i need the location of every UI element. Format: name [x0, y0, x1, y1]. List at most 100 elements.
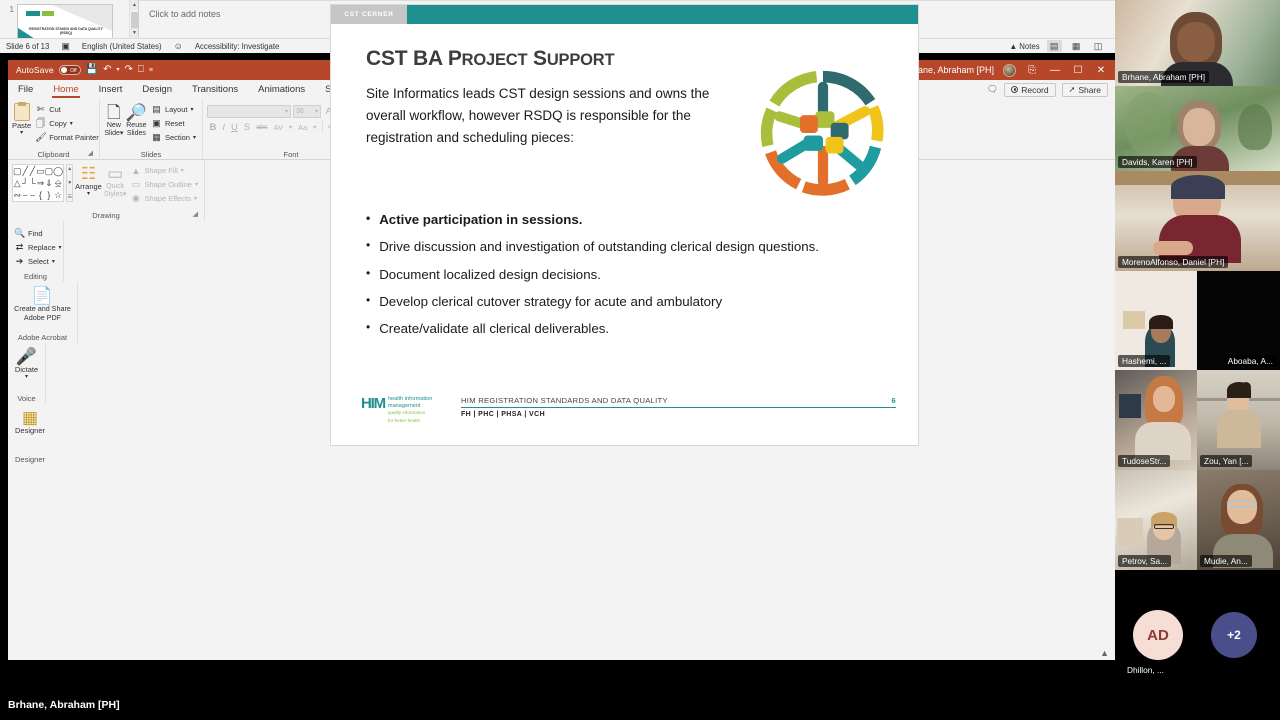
autosave-toggle[interactable]: Off: [58, 65, 81, 75]
shape-fill-button[interactable]: ▲ Shape Fill ▾: [128, 164, 200, 177]
bullet-item-3[interactable]: • Document localized design decisions.: [363, 265, 888, 285]
shape-rect-icon[interactable]: ▭: [36, 166, 45, 177]
present-icon[interactable]: ⎕: [138, 65, 144, 75]
avatar-dhillon[interactable]: AD: [1133, 610, 1183, 660]
quick-styles-button[interactable]: ▭ Quick Styles▾: [104, 162, 127, 199]
close-button[interactable]: ✕: [1094, 65, 1108, 76]
shape-fill-dropdown-icon[interactable]: ▾: [181, 167, 184, 174]
drawing-dialog-launcher[interactable]: ◢: [193, 209, 198, 220]
replace-button[interactable]: ⇄ Replace ▾: [12, 241, 64, 254]
replace-dropdown-icon[interactable]: ▾: [59, 244, 62, 251]
slide-body-text[interactable]: Site Informatics leads CST design sessio…: [366, 83, 751, 149]
shape-oval-icon[interactable]: ◯: [53, 166, 63, 177]
shapes-gallery[interactable]: ▢ ╱ ╱ ▭ ▢ ◯ △ ┘ └ ⇒ ⇓ ⎒ ∾ ⌣ ⌣{} ☆: [12, 164, 65, 202]
collapse-ribbon-icon[interactable]: ▲: [1100, 648, 1109, 658]
video-tile-hashemi[interactable]: Hashemi, ...: [1115, 271, 1197, 370]
section-button[interactable]: ▦ Section ▾: [149, 131, 198, 144]
slide-bullet-list[interactable]: • Active participation in sessions. • Driv…: [363, 210, 888, 347]
scroll-down-icon[interactable]: ▼: [130, 28, 138, 38]
current-slide[interactable]: CST CERNER CST BA PROJECT SUPPORT Site I…: [331, 5, 918, 445]
thumbnails-scrollbar[interactable]: ▲ ▼: [129, 0, 138, 38]
new-slide-button[interactable]: 🗋 New Slide▾: [104, 101, 124, 138]
tab-insert[interactable]: Insert: [89, 80, 133, 99]
format-painter-button[interactable]: 🖌 Format Painter: [33, 131, 101, 144]
strikethrough-button[interactable]: abc: [254, 124, 270, 131]
shape-downarrow-icon[interactable]: ⇓: [45, 178, 53, 189]
video-tile-mudie[interactable]: Mudie, An...: [1197, 470, 1280, 570]
shape-outline-dropdown-icon[interactable]: ▾: [195, 181, 198, 188]
share-button[interactable]: ➚ Share: [1061, 82, 1108, 97]
shape-line-icon[interactable]: ╱: [22, 166, 27, 177]
find-button[interactable]: 🔍 Find: [12, 227, 64, 240]
normal-view-button[interactable]: ▤: [1046, 40, 1062, 52]
bold-button[interactable]: B: [207, 122, 219, 133]
video-tile-tudosestr[interactable]: TudoseStr...: [1115, 370, 1197, 470]
select-button[interactable]: ➔ Select ▾: [12, 255, 64, 268]
shape-outline-button[interactable]: ▭ Shape Outline ▾: [128, 178, 200, 191]
shape-rightarrow-icon[interactable]: ⇒: [37, 178, 45, 189]
notes-toggle-button[interactable]: ▲ Notes: [1009, 42, 1039, 51]
shapes-gallery-scroll[interactable]: ▲ ▼ ☰: [66, 164, 74, 202]
slide-thumbnail-1[interactable]: 1 REGISTRATION STANDS AND DATA QUALITY (…: [0, 4, 129, 38]
thumbnail-frame[interactable]: REGISTRATION STANDS AND DATA QUALITY (RS…: [17, 4, 113, 38]
tab-home[interactable]: Home: [43, 80, 88, 99]
dictate-dropdown-icon[interactable]: ▾: [25, 374, 28, 380]
slide-sorter-button[interactable]: ▦: [1069, 40, 1084, 52]
dictate-button[interactable]: 🎤 Dictate ▾: [12, 345, 41, 380]
section-dropdown-icon[interactable]: ▾: [193, 134, 196, 141]
tab-transitions[interactable]: Transitions: [182, 80, 248, 99]
arrange-dropdown-icon[interactable]: ▾: [87, 191, 90, 197]
shape-rightbrace-icon[interactable]: }: [47, 190, 50, 200]
shape-star-icon[interactable]: ☆: [54, 190, 62, 201]
character-spacing-button[interactable]: AV: [271, 123, 285, 132]
minimize-button[interactable]: —: [1048, 65, 1062, 76]
shape-curve-icon[interactable]: ⌣: [22, 190, 28, 201]
designer-button[interactable]: ▦ Designer: [12, 406, 48, 435]
avatar[interactable]: [1003, 63, 1016, 77]
tab-design[interactable]: Design: [132, 80, 182, 99]
tab-file[interactable]: File: [8, 80, 43, 99]
shapes-scroll-up-icon[interactable]: ▲: [67, 166, 72, 172]
video-tile-aboaba[interactable]: Aboaba, A...: [1197, 271, 1280, 370]
shape-corner-icon[interactable]: ┘: [22, 178, 28, 188]
shapes-more-icon[interactable]: ☰: [67, 194, 71, 200]
shape-triangle-icon[interactable]: △: [14, 178, 21, 189]
shape-textbox-icon[interactable]: ▢: [13, 166, 22, 177]
layout-button[interactable]: ▤ Layout ▾: [149, 103, 198, 116]
layout-dropdown-icon[interactable]: ▾: [190, 106, 193, 113]
shapes-scroll-down-icon[interactable]: ▼: [67, 180, 72, 186]
video-tile-petrov[interactable]: Petrov, Sa...: [1115, 470, 1197, 570]
tab-animations[interactable]: Animations: [248, 80, 315, 99]
scroll-up-icon[interactable]: ▲: [130, 0, 138, 10]
redo-icon[interactable]: ↷: [125, 65, 133, 75]
bullet-item-4[interactable]: • Develop clerical cutover strategy for a…: [363, 292, 888, 312]
shape-roundrect-icon[interactable]: ▢: [45, 166, 54, 177]
avatar-overflow-count[interactable]: +2: [1211, 612, 1257, 658]
copy-dropdown-icon[interactable]: ▾: [70, 120, 73, 127]
video-tile-zou[interactable]: Zou, Yan [...: [1197, 370, 1280, 470]
cut-button[interactable]: ✄ Cut: [33, 103, 101, 116]
create-share-pdf-button[interactable]: 📄 Create and Share Adobe PDF: [12, 284, 73, 322]
video-tile-brhane[interactable]: Brhane, Abraham [PH]: [1115, 0, 1280, 86]
shape-effects-button[interactable]: ◉ Shape Effects ▾: [128, 192, 200, 205]
language-indicator[interactable]: English (United States): [82, 42, 162, 51]
reuse-slides-button[interactable]: 🔎 Reuse Slides: [126, 101, 147, 138]
shape-leftbrace-icon[interactable]: {: [39, 190, 42, 200]
reset-button[interactable]: ▣ Reset: [149, 117, 198, 130]
video-tile-davids[interactable]: Davids, Karen [PH]: [1115, 86, 1280, 171]
undo-icon[interactable]: ↶: [103, 65, 111, 75]
change-case-button[interactable]: Aa: [296, 123, 310, 132]
comments-icon[interactable]: 🗨: [987, 84, 998, 95]
save-icon[interactable]: 💾: [86, 65, 98, 75]
select-dropdown-icon[interactable]: ▾: [52, 258, 55, 265]
shape-effects-dropdown-icon[interactable]: ▾: [194, 195, 197, 202]
shape-elbow-icon[interactable]: └: [29, 178, 35, 188]
shape-arc-icon[interactable]: ⌣: [29, 190, 35, 201]
video-tile-morenoalfonso[interactable]: MorenoAlfonso, Daniel [PH]: [1115, 171, 1280, 271]
ribbon-display-options-icon[interactable]: ⎘: [1025, 65, 1039, 76]
underline-button[interactable]: U: [229, 122, 241, 133]
shape-scribble-icon[interactable]: ∾: [13, 190, 21, 201]
change-case-dropdown-icon[interactable]: ▾: [311, 124, 319, 131]
arrange-button[interactable]: ☷ Arrange ▾: [75, 162, 102, 197]
copy-button[interactable]: 🗍 Copy ▾: [33, 117, 101, 130]
